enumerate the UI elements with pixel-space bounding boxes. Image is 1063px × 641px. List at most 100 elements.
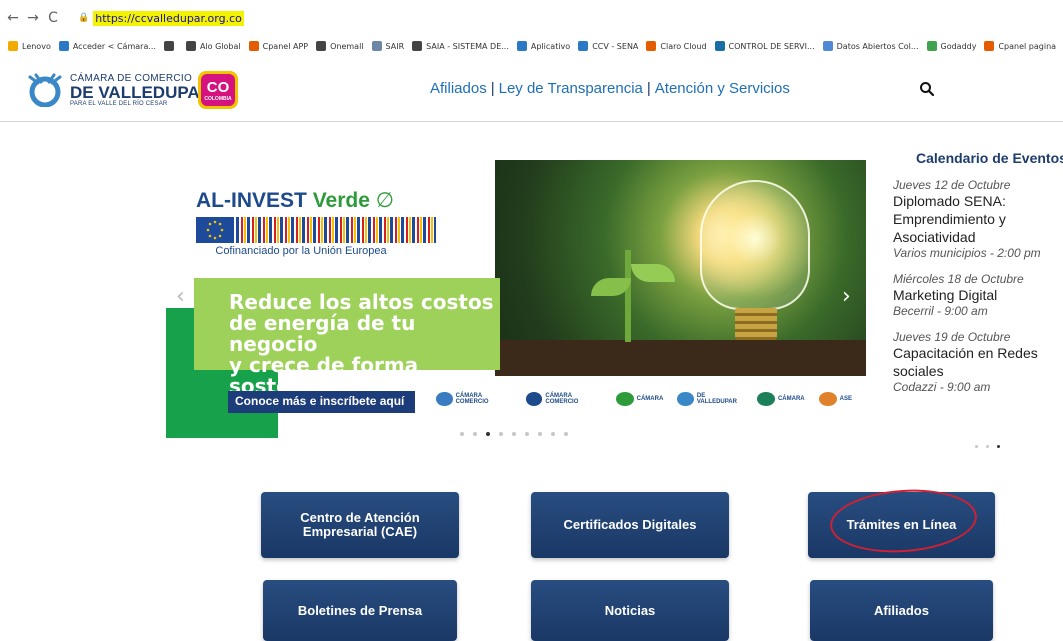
bookmark-icon (822, 41, 833, 51)
bookmark-item[interactable]: SAIA - SISTEMA DE... (412, 41, 509, 51)
tile-label: Centro de Atención (300, 510, 420, 525)
carousel-dot[interactable] (473, 432, 477, 436)
bookmark-item[interactable]: Onemall (316, 41, 364, 51)
tile-label: Certificados Digitales (563, 517, 697, 532)
carousel-next-icon[interactable]: › (842, 284, 851, 309)
partner-logo: ASE (818, 392, 852, 406)
bookmark-item[interactable]: Acceder < Cámara... (58, 41, 156, 51)
carousel-dot[interactable] (564, 432, 568, 436)
cofinanced-label: Cofinanciado por la Unión Europea (215, 245, 387, 257)
search-icon[interactable] (919, 81, 935, 97)
headline-line: Reduce los altos costos (229, 290, 494, 314)
carousel-dot[interactable] (499, 432, 503, 436)
bookmark-icon (578, 41, 589, 51)
forward-icon[interactable]: → (26, 10, 40, 26)
bookmark-item[interactable]: Datos Abiertos Col... (822, 41, 919, 51)
event-item[interactable]: Jueves 12 de Octubre Diplomado SENA: Emp… (893, 178, 1063, 260)
events-dot[interactable] (975, 445, 978, 448)
tile-boletines-button[interactable]: Boletines de Prensa (263, 580, 457, 641)
tile-afiliados-button[interactable]: Afiliados (810, 580, 993, 641)
partner-icon (756, 392, 775, 406)
bookmark-icon (516, 41, 527, 51)
bookmark-item[interactable]: Cpanel pagina (984, 41, 1056, 51)
bookmark-item[interactable]: Claro Cloud (646, 41, 707, 51)
logo-line2: DE VALLEDUPAR (70, 82, 212, 102)
tile-label: Empresarial (CAE) (302, 524, 418, 539)
nav-afiliados[interactable]: Afiliados (430, 80, 487, 97)
bookmark-item[interactable]: SAIR (371, 41, 404, 51)
bookmark-icon (646, 41, 657, 51)
leaf-image (631, 264, 675, 282)
badge-text: CO (206, 79, 230, 96)
event-place: Codazzi - 9:00 am (893, 380, 991, 394)
events-title: Calendario de Eventos (916, 150, 1063, 166)
bookmark-item[interactable]: CCV - SENA (578, 41, 638, 51)
bookmark-item[interactable]: Cpanel APP (248, 41, 308, 51)
event-place: Becerril - 9:00 am (893, 304, 988, 318)
tile-tramites-button[interactable]: Trámites en Línea (808, 492, 995, 558)
partner-icon (818, 392, 837, 406)
logo-mark-icon (28, 73, 62, 107)
bookmark-icon (714, 41, 725, 51)
event-date: Miércoles 18 de Octubre (893, 272, 1024, 286)
soil-image (495, 340, 866, 376)
bookmark-item[interactable] (163, 41, 178, 51)
bookmark-icon (58, 41, 69, 51)
bookmark-icon (163, 41, 174, 51)
al-invest-panel: AL-INVEST Verde ∅ Cofinanciado por la Un… (196, 188, 436, 257)
event-item[interactable]: Miércoles 18 de Octubre Marketing Digita… (893, 272, 1063, 318)
badge-subtext: COLOMBIA (204, 96, 232, 102)
leaf-icon: ∅ (375, 189, 395, 212)
bookmark-icon (412, 41, 423, 51)
chamber-logo[interactable]: CÁMARA DE COMERCIO DE VALLEDUPAR PARA EL… (26, 73, 212, 107)
carousel-dot[interactable] (460, 432, 464, 436)
events-calendar: Calendario de Eventos Jueves 12 de Octub… (893, 150, 1063, 448)
back-icon[interactable]: ← (6, 10, 20, 26)
tile-label: Afiliados (874, 602, 929, 618)
bookmark-item[interactable]: Aplicativo (516, 41, 570, 51)
bookmark-icon (926, 41, 937, 51)
tile-noticias-button[interactable]: Noticias (531, 580, 729, 641)
address-bar[interactable]: https://ccvalledupar.org.co (93, 10, 244, 26)
tile-certificados-button[interactable]: Certificados Digitales (531, 492, 729, 558)
event-item[interactable]: Jueves 19 de Octubre Capacitación en Red… (893, 330, 1063, 394)
carousel-dot[interactable] (538, 432, 542, 436)
reload-icon[interactable]: C (46, 10, 60, 26)
carousel-prev-icon[interactable]: ‹ (176, 284, 185, 309)
carousel-dot[interactable] (525, 432, 529, 436)
event-place: Varios municipios - 2:00 pm (893, 246, 1041, 260)
carousel-dot[interactable] (551, 432, 555, 436)
bookmark-item[interactable]: Lenovo (8, 41, 51, 51)
events-dot[interactable] (986, 445, 989, 448)
events-dot-active[interactable] (997, 445, 1000, 448)
headline-line: de energía de tu negocio (229, 311, 416, 356)
register-cta-button[interactable]: Conoce más e inscríbete aquí (228, 391, 415, 413)
partner-logo: CÁMARA (615, 392, 663, 406)
tile-label: Noticias (604, 602, 656, 618)
event-title[interactable]: Capacitación en Redes sociales (893, 344, 1063, 380)
nav-ley-transparencia[interactable]: Ley de Transparencia (499, 80, 643, 97)
bookmark-icon (185, 41, 196, 51)
carousel-dot[interactable] (512, 432, 516, 436)
top-nav: Afiliados | Ley de Transparencia | Atención … (430, 80, 790, 97)
hero-carousel: AL-INVEST Verde ∅ Cofinanciado por la Un… (166, 160, 866, 438)
eu-flag-strip (196, 217, 436, 243)
carousel-dot-active[interactable] (486, 432, 490, 436)
bookmark-item[interactable]: Alo Global (185, 41, 241, 51)
nav-atencion-servicios[interactable]: Atención y Servicios (655, 80, 790, 97)
event-date: Jueves 12 de Octubre (893, 178, 1011, 192)
bookmark-icon (248, 41, 259, 51)
event-title[interactable]: Marketing Digital (893, 286, 1063, 304)
partner-logos: CÁMARA COMERCIO CÁMARA COMERCIO CÁMARA D… (436, 392, 866, 406)
bookmark-icon (371, 41, 382, 51)
bookmark-item[interactable]: CONTROL DE SERVI... (714, 41, 815, 51)
partner-logo: CÁMARA COMERCIO (525, 392, 602, 406)
partner-logo: DE VALLEDUPAR (677, 392, 743, 406)
tile-label: Trámites en Línea (846, 517, 957, 532)
event-title[interactable]: Diplomado SENA: Emprendimiento y Asociat… (893, 192, 1063, 246)
tile-cae-button[interactable]: Centro de Atención Empresarial (CAE) (261, 492, 459, 558)
tile-label: Boletines de Prensa (297, 602, 423, 618)
bookmark-item[interactable]: Godaddy (926, 41, 976, 51)
bookmark-icon (316, 41, 327, 51)
nav-separator: | (490, 80, 495, 97)
